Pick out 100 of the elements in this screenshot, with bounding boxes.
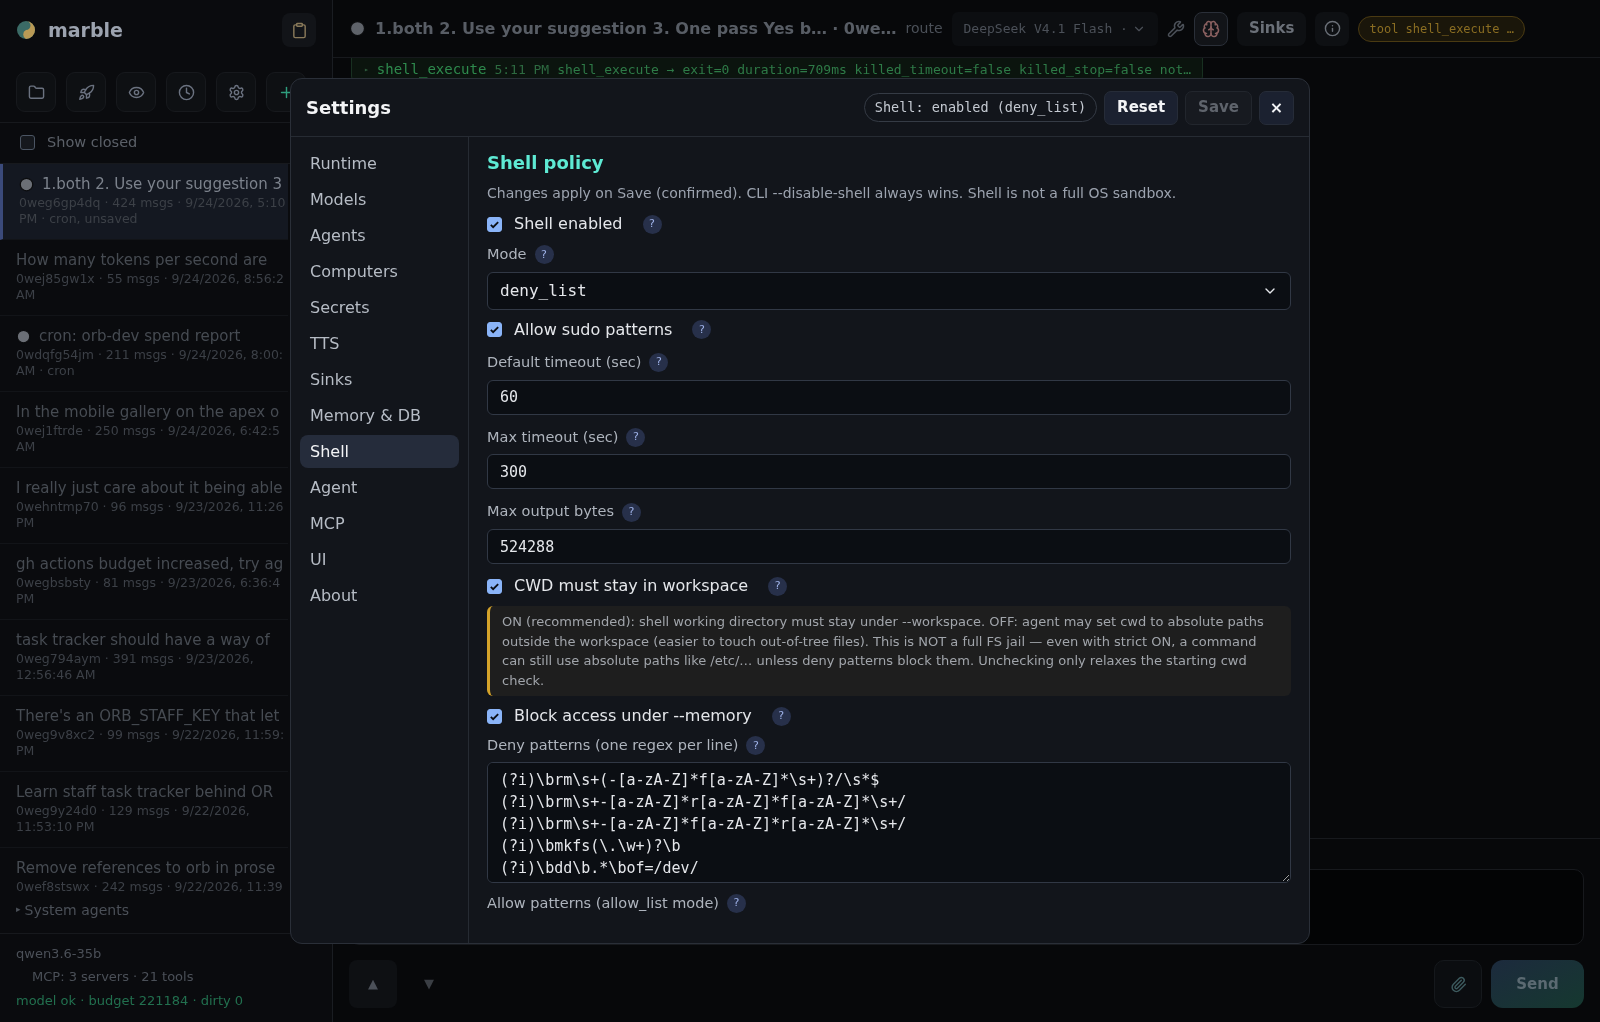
status-line: model ok · budget 221184 · dirty 0	[16, 991, 245, 1010]
settings-nav-item[interactable]: Agents	[300, 219, 459, 252]
session-meta: 12:56:46 AM	[16, 666, 97, 683]
checkbox[interactable]	[487, 578, 502, 594]
session-meta: PM	[16, 590, 36, 607]
settings-nav-item[interactable]: Agent	[300, 471, 459, 504]
checkbox-label: Block access under --memory	[514, 705, 752, 727]
settings-nav-item[interactable]: Sinks	[300, 363, 459, 396]
wrench-icon[interactable]	[1166, 19, 1185, 38]
field-label: Default timeout (sec)	[487, 352, 642, 372]
session-title: 1.both 2. Use your suggestion 3	[42, 173, 282, 195]
help-badge[interactable]: ?	[626, 427, 646, 447]
log-text: shell_execute → exit=0 duration=709ms killed_timeout=false killed_stop=false not…	[557, 60, 1192, 79]
session-meta: 0wej1ftrde · 250 msgs · 9/24/2026, 6:42:5	[16, 423, 281, 439]
sinks-button[interactable]: Sinks	[1236, 11, 1307, 46]
folder-button[interactable]	[16, 72, 56, 112]
help-badge[interactable]: ?	[771, 706, 791, 726]
app-name: marble	[48, 17, 123, 43]
close-button[interactable]: ×	[1259, 90, 1294, 125]
settings-nav-item[interactable]: UI	[300, 543, 459, 576]
settings-nav-item[interactable]: Runtime	[300, 147, 459, 180]
mcp-status: MCP: 3 servers · 21 tools	[31, 968, 195, 986]
session-title: In the mobile gallery on the apex o	[16, 401, 280, 423]
log-time: 5:11 PM	[494, 60, 550, 79]
route-label: route	[905, 19, 943, 38]
rocket-icon	[77, 83, 95, 101]
settings-nav-item[interactable]: Models	[300, 183, 459, 216]
checkbox[interactable]	[487, 216, 502, 232]
paperclip-icon	[1449, 975, 1467, 993]
patterns-textarea[interactable]: (?i)\brm\s+(-[a-zA-Z]*f[a-zA-Z]*\s+)?/\s*$ (?i)\brm\s+-[a-zA-Z]*r[a-zA-Z]*f[a-zA-Z]*\s+/ (?i)\brm\s+-[a-zA-Z]*f[a-zA-Z]*r[a-zA-Z]*\s+/ (?i)\bmkfs(\.\w+)?\b (?i)\bdd\b.*\bof=/dev/	[487, 761, 1291, 883]
session-meta: 0weg794aym · 391 msgs · 9/23/2026,	[16, 651, 255, 667]
checkbox[interactable]	[487, 708, 502, 724]
logo-icon	[16, 20, 36, 40]
help-badge[interactable]: ?	[692, 320, 712, 340]
settings-nav-item[interactable]: Shell	[300, 435, 459, 468]
session-meta: 0wegbsbsty · 81 msgs · 9/23/2026, 6:36:4	[16, 575, 282, 591]
session-title: task tracker should have a way of	[16, 629, 270, 651]
input-field[interactable]: 524288	[487, 529, 1291, 564]
checkbox-label: CWD must stay in workspace	[514, 575, 749, 597]
info-button[interactable]	[1315, 11, 1350, 46]
help-badge[interactable]: ?	[727, 894, 747, 914]
session-meta: AM	[16, 286, 37, 303]
session-meta: 0wef8stswx · 242 msgs · 9/22/2026, 11:39	[16, 879, 284, 895]
settings-icon	[227, 83, 245, 101]
settings-nav-item[interactable]: TTS	[300, 327, 459, 360]
checkmark-icon	[489, 324, 500, 336]
checkbox[interactable]	[487, 322, 502, 338]
mode-select[interactable]: deny_list	[487, 271, 1291, 310]
warning-note: ON (recommended): shell working directory must stay under --workspace. OFF: agent may set cwd to absolute paths outside the workspace (easier to touch out-of-tree files). This is NOT a full FS jail — even with strict ON, a command can still use absolute paths like /etc/… unless deny patterns block them. Unchecking only relaxes the starting cwd check.	[487, 606, 1291, 696]
chat-title: 1.both 2. Use your suggestion 3. One pass Yes b…	[375, 17, 828, 40]
field-label: Max timeout (sec)	[487, 427, 619, 447]
tool-name: shell_execute	[376, 60, 487, 80]
input-field[interactable]: 300	[487, 454, 1291, 490]
brain-icon	[1201, 19, 1220, 38]
settings-nav-item[interactable]: MCP	[300, 507, 459, 540]
help-badge[interactable]: ?	[642, 214, 662, 234]
session-meta: 0wej85gw1x · 55 msgs · 9/24/2026, 8:56:2	[16, 271, 285, 287]
show-closed-label: Show closed	[47, 133, 138, 152]
session-meta: 0wdqfg54jm · 211 msgs · 9/24/2026, 8:00:	[16, 347, 285, 363]
help-badge[interactable]: ?	[534, 245, 554, 265]
settings-nav-item[interactable]: About	[300, 579, 459, 612]
session-title: gh actions budget increased, try ag	[16, 553, 284, 575]
session-meta: 11:53:10 PM	[16, 818, 96, 835]
settings-nav-item[interactable]: Memory & DB	[300, 399, 459, 432]
session-meta: 0weg9v8xc2 · 99 msgs · 9/22/2026, 11:59:	[16, 727, 286, 743]
settings-nav-item[interactable]: Computers	[300, 255, 459, 288]
session-meta: 0weg9y24d0 · 129 msgs · 9/22/2026,	[16, 803, 251, 819]
help-badge[interactable]: ?	[621, 502, 641, 522]
field-label: Deny patterns (one regex per line)	[487, 736, 739, 755]
session-title: cron: orb-dev spend report	[39, 325, 241, 347]
settings-nav-item[interactable]: Secrets	[300, 291, 459, 324]
reset-button[interactable]: Reset	[1104, 90, 1179, 125]
field-label: Mode	[487, 245, 527, 264]
clock-button[interactable]	[166, 72, 206, 112]
session-meta: AM	[16, 438, 37, 455]
help-badge[interactable]: ?	[649, 353, 669, 373]
info-icon	[1323, 20, 1341, 37]
session-title: I really just care about it being able	[16, 477, 283, 499]
attach-button[interactable]	[1434, 960, 1482, 1008]
session-title: There's an ORB_STAFF_KEY that let	[16, 705, 280, 727]
session-title: Learn staff task tracker behind OR	[16, 781, 274, 803]
field-label: Max output bytes	[487, 502, 614, 522]
checkbox-label: Shell enabled	[514, 213, 623, 235]
settings-button[interactable]	[216, 72, 256, 112]
eye-button[interactable]	[116, 72, 156, 112]
session-meta: 0wehntmp70 · 96 msgs · 9/23/2026, 11:26	[16, 499, 285, 515]
session-meta: AM · cron	[16, 362, 76, 379]
brain-button[interactable]	[1193, 11, 1228, 46]
checkbox-label: Allow sudo patterns	[514, 318, 673, 341]
clipboard-button[interactable]	[282, 13, 316, 47]
field-label: Allow patterns (allow_list mode)	[487, 893, 720, 913]
checkbox[interactable]	[20, 135, 35, 151]
tool-badge: tool shell_execute …	[1358, 15, 1525, 42]
dialog-title: Settings	[306, 96, 391, 120]
help-badge[interactable]: ?	[746, 736, 766, 756]
session-meta: PM	[16, 514, 36, 531]
rocket-button[interactable]	[66, 72, 106, 112]
input-field[interactable]: 60	[487, 379, 1291, 415]
help-badge[interactable]: ?	[768, 576, 788, 596]
section-description: Changes apply on Save (confirmed). CLI --disable-shell always wins. Shell is not a full OS sandbox.	[487, 184, 1178, 203]
